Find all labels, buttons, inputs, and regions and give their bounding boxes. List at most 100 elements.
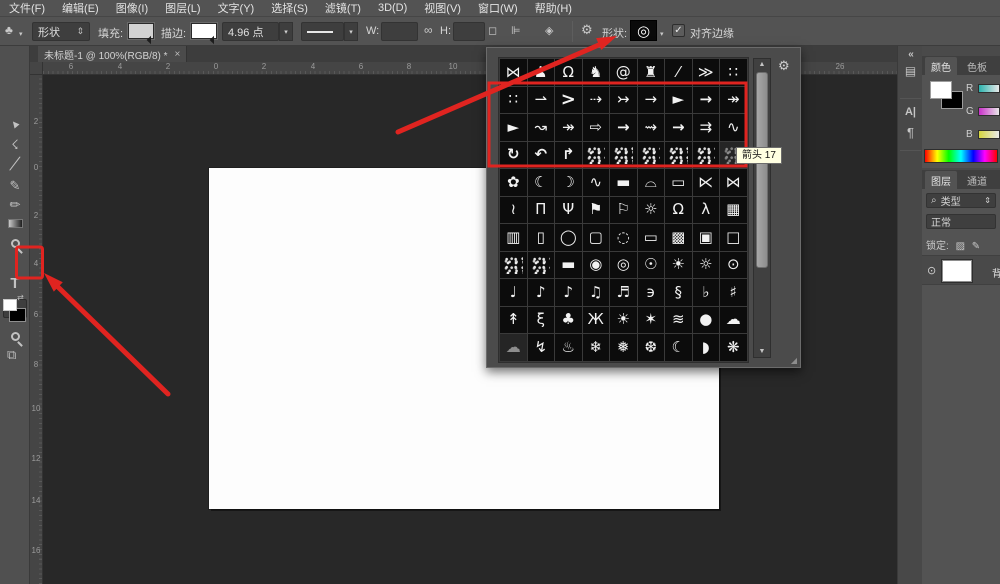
screen-mode-icon[interactable]: ⧉ [7,347,16,363]
path-arrangement-icon[interactable]: ◈ [545,24,553,38]
layer-thumbnail[interactable] [942,260,972,282]
shape-frame-4[interactable]: ▣ [693,224,720,251]
tab-color[interactable]: 颜色 [925,57,957,75]
shape-snowflake-2[interactable]: ❅ [610,334,637,361]
mixer-brush-tool[interactable]: ✏ [3,195,27,214]
shape-snail[interactable]: @ [610,59,637,86]
scrollbar-thumb[interactable] [756,72,768,268]
stroke-swatch[interactable] [191,23,217,39]
scroll-down-icon[interactable]: ▼ [754,348,770,355]
menu-item[interactable]: 视图(V) [424,0,461,16]
shape-scribble-2[interactable] [610,142,637,169]
layer-visibility-eye-icon[interactable]: ⊙ [927,264,936,277]
eyedropper-tool[interactable]: ╱ [3,154,27,173]
shape-shamrock[interactable]: ♣ [555,307,582,334]
shape-arrow-5[interactable]: → [693,87,720,114]
gear-icon[interactable]: ⚙ [581,23,593,37]
shape-cat[interactable]: ♟ [528,59,555,86]
shape-banner-arch[interactable]: ⌓ [638,169,665,196]
shape-sharp[interactable]: ♯ [720,279,747,306]
foreground-color-swatch[interactable] [930,81,952,99]
type-tool[interactable]: T [3,274,27,293]
shape-eighth-note[interactable]: ♪ [555,279,582,306]
height-field[interactable] [453,22,485,41]
shape-treble-clef[interactable]: § [665,279,692,306]
shape-arrow-1[interactable]: ⇀ [528,87,555,114]
menu-item[interactable]: 图像(I) [116,0,148,16]
shape-sketch-circle[interactable]: ◉ [583,252,610,279]
shape-frame-5[interactable]: □ [720,224,747,251]
history-panel-icon[interactable]: ▤ [898,64,923,78]
shape-scribble-1[interactable] [583,142,610,169]
shape-rabbit[interactable]: ♜ [638,59,665,86]
menu-item[interactable]: 窗口(W) [478,0,518,16]
path-operations-icon[interactable]: ◻ [488,24,497,38]
layer-row[interactable]: ⊙ 背 [922,255,1000,285]
shape-splat[interactable]: ☀ [665,252,692,279]
stroke-width-caret-icon[interactable]: ▾ [279,22,293,41]
shape-beamed-notes[interactable]: ♫ [583,279,610,306]
stroke-width-field[interactable]: 4.96 点 [222,22,279,41]
resize-grip-icon[interactable]: ◢ [791,356,797,365]
shape-oval-frame-2[interactable]: ◌ [610,224,637,251]
shape-crescent[interactable]: ☾ [528,169,555,196]
zoom-tool[interactable] [3,327,27,346]
menu-item[interactable]: 滤镜(T) [325,0,361,16]
shape-eye[interactable]: ⊙ [720,252,747,279]
document-tab[interactable]: 未标题-1 @ 100%(RGB/8) * × [38,46,187,62]
shape-arrow-2[interactable]: ⇢ [583,87,610,114]
shape-wavy-flag[interactable]: ⚐ [610,197,637,224]
color-spectrum-ramp[interactable] [924,149,998,163]
shape-sun[interactable]: ☀ [610,307,637,334]
shape-quarter-note[interactable]: ♩ [500,279,527,306]
shape-curved-arrow[interactable]: ↻ [500,142,527,169]
shape-bird[interactable]: ≫ [693,59,720,86]
tool-preset-icon[interactable]: ♣ [5,23,13,37]
shape-flag[interactable]: ⚑ [583,197,610,224]
shape-sparkle[interactable]: ✶ [638,307,665,334]
shape-scribble-4[interactable] [665,142,692,169]
shape-filmstrip[interactable]: ▥ [500,224,527,251]
brush-tool[interactable]: ✎ [3,176,27,195]
shape-leaf[interactable]: ◗ [693,334,720,361]
menu-item[interactable]: 文字(Y) [218,0,255,16]
channel-slider-r[interactable] [978,84,1000,93]
shape-texture-1[interactable] [500,252,527,279]
link-dimensions-icon[interactable]: ∞ [424,23,433,37]
scroll-up-icon[interactable]: ▲ [754,61,770,68]
shape-stamp-frame[interactable]: ▩ [665,224,692,251]
shape-frame-2[interactable]: ▢ [583,224,610,251]
foreground-color-swatch[interactable] [3,299,17,311]
shape-bass-clef[interactable]: ϶ [638,279,665,306]
shape-banner[interactable]: ▬ [610,169,637,196]
shape-fire[interactable]: ♨ [555,334,582,361]
shape-waves[interactable]: ≋ [665,307,692,334]
shape-awareness-ribbon[interactable]: λ [693,197,720,224]
shape-arrow-9[interactable]: ↠ [555,114,582,141]
shape-flat[interactable]: ♭ [693,279,720,306]
shape-pedestal[interactable]: Π [528,197,555,224]
shape-bone[interactable]: ⋈ [500,59,527,86]
shape-paw-print-2[interactable]: ∷ [500,87,527,114]
shape-frame-3[interactable]: ▭ [638,224,665,251]
shape-seal[interactable]: ☼ [638,197,665,224]
menu-item[interactable]: 图层(L) [165,0,200,16]
shape-arrow-15[interactable]: ∿ [720,114,747,141]
shape-banner-2[interactable]: ▭ [665,169,692,196]
shape-note-2[interactable]: ♬ [610,279,637,306]
channel-slider-b[interactable] [978,130,1000,139]
shape-sitting-cat[interactable]: Ω [555,59,582,86]
shape-light-bulb-rays[interactable]: ☼ [693,252,720,279]
lock-transparency-icon[interactable]: ▨ [956,241,965,252]
shape-cloud-outline[interactable]: ☁ [500,334,527,361]
shape-trophy[interactable]: Ψ [555,197,582,224]
shape-arrow-8[interactable]: ↝ [528,114,555,141]
picker-gear-icon[interactable]: ⚙ [778,58,790,74]
tab-channels[interactable]: 通道 [961,171,993,189]
dodge-tool[interactable] [3,234,27,253]
menu-item[interactable]: 3D(D) [378,2,407,14]
shape-arrow-12[interactable]: ⇝ [638,114,665,141]
gradient-tool[interactable] [3,214,27,233]
shape-thumbnail[interactable]: ◎ [630,20,657,41]
shape-raindrop[interactable]: ● [693,307,720,334]
